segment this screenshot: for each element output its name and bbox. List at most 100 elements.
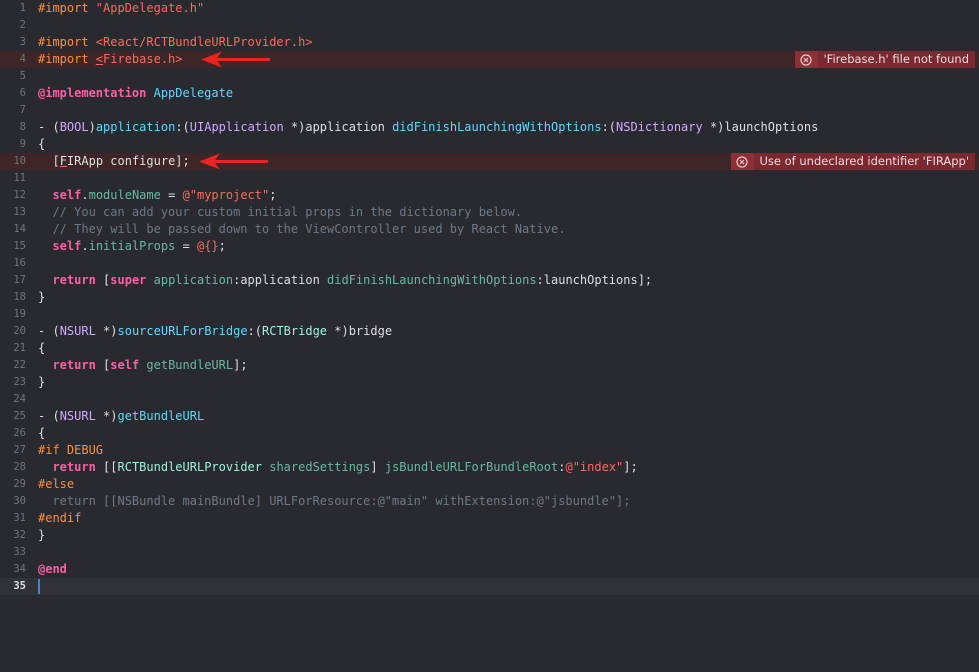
line-number[interactable]: 17: [0, 272, 26, 289]
code-text[interactable]: #import <React/RCTBundleURLProvider.h>: [38, 34, 313, 51]
line-number[interactable]: 5: [0, 68, 26, 85]
code-line-35[interactable]: 35: [0, 578, 979, 595]
line-number[interactable]: 28: [0, 459, 26, 476]
code-text[interactable]: #else: [38, 476, 74, 493]
code-token: #import: [38, 1, 96, 15]
line-number[interactable]: 25: [0, 408, 26, 425]
line-number[interactable]: 11: [0, 170, 26, 187]
code-line-14[interactable]: 14 // They will be passed down to the Vi…: [0, 221, 979, 238]
code-line-7[interactable]: 7: [0, 102, 979, 119]
line-number[interactable]: 19: [0, 306, 26, 323]
line-number[interactable]: 6: [0, 85, 26, 102]
code-line-24[interactable]: 24: [0, 391, 979, 408]
code-line-26[interactable]: 26 {: [0, 425, 979, 442]
code-text[interactable]: }: [38, 289, 45, 306]
code-line-22[interactable]: 22 return [self getBundleURL];: [0, 357, 979, 374]
line-number[interactable]: 4: [0, 51, 26, 68]
code-line-4[interactable]: 4 #import <Firebase.h> 'Firebase.h' file n…: [0, 51, 979, 68]
code-text[interactable]: #if DEBUG: [38, 442, 103, 459]
code-text[interactable]: return [[RCTBundleURLProvider sharedSett…: [38, 459, 637, 476]
code-text[interactable]: return [super application:application di…: [38, 272, 652, 289]
line-number[interactable]: 1: [0, 0, 26, 17]
code-line-33[interactable]: 33: [0, 544, 979, 561]
line-number[interactable]: 10: [0, 153, 26, 170]
code-editor[interactable]: 1 #import "AppDelegate.h" 2 3 #import <React…: [0, 0, 979, 672]
code-text[interactable]: {: [38, 136, 45, 153]
code-line-10[interactable]: 10 [FIRApp configure]; Use of undeclared …: [0, 153, 979, 170]
code-text[interactable]: return [[NSBundle mainBundle] URLForReso…: [38, 493, 630, 510]
line-number[interactable]: 26: [0, 425, 26, 442]
code-line-1[interactable]: 1 #import "AppDelegate.h": [0, 0, 979, 17]
code-line-28[interactable]: 28 return [[RCTBundleURLProvider sharedS…: [0, 459, 979, 476]
code-line-27[interactable]: 27 #if DEBUG: [0, 442, 979, 459]
code-text[interactable]: // You can add your custom initial props…: [38, 204, 522, 221]
line-number[interactable]: 20: [0, 323, 26, 340]
line-number[interactable]: 9: [0, 136, 26, 153]
code-line-21[interactable]: 21 {: [0, 340, 979, 357]
line-number[interactable]: 16: [0, 255, 26, 272]
line-number[interactable]: 31: [0, 510, 26, 527]
code-text[interactable]: - (NSURL *)sourceURLForBridge:(RCTBridge…: [38, 323, 392, 340]
code-text[interactable]: #import <Firebase.h>: [38, 51, 183, 68]
line-number[interactable]: 8: [0, 119, 26, 136]
code-text[interactable]: @implementation AppDelegate: [38, 85, 233, 102]
code-text[interactable]: {: [38, 425, 45, 442]
code-line-16[interactable]: 16: [0, 255, 979, 272]
code-text[interactable]: @end: [38, 561, 67, 578]
code-line-12[interactable]: 12 self.moduleName = @"myproject";: [0, 187, 979, 204]
line-number[interactable]: 29: [0, 476, 26, 493]
error-badge[interactable]: Use of undeclared identifier 'FIRApp': [730, 153, 975, 170]
line-number[interactable]: 34: [0, 561, 26, 578]
line-number[interactable]: 23: [0, 374, 26, 391]
line-number[interactable]: 13: [0, 204, 26, 221]
code-text[interactable]: #endif: [38, 510, 81, 527]
code-line-17[interactable]: 17 return [super application:application…: [0, 272, 979, 289]
code-line-29[interactable]: 29 #else: [0, 476, 979, 493]
code-line-18[interactable]: 18}: [0, 289, 979, 306]
code-text[interactable]: - (BOOL)application:(UIApplication *)app…: [38, 119, 818, 136]
line-number[interactable]: 15: [0, 238, 26, 255]
line-number[interactable]: 32: [0, 527, 26, 544]
code-line-6[interactable]: 6 @implementation AppDelegate: [0, 85, 979, 102]
code-line-19[interactable]: 19: [0, 306, 979, 323]
code-text[interactable]: return [self getBundleURL];: [38, 357, 247, 374]
line-number[interactable]: 14: [0, 221, 26, 238]
code-text[interactable]: self.moduleName = @"myproject";: [38, 187, 276, 204]
code-text[interactable]: {: [38, 340, 45, 357]
code-line-2[interactable]: 2: [0, 17, 979, 34]
code-line-25[interactable]: 25 - (NSURL *)getBundleURL: [0, 408, 979, 425]
line-number[interactable]: 2: [0, 17, 26, 34]
code-line-15[interactable]: 15 self.initialProps = @{};: [0, 238, 979, 255]
line-number[interactable]: 12: [0, 187, 26, 204]
code-text[interactable]: self.initialProps = @{};: [38, 238, 225, 255]
line-number[interactable]: 18: [0, 289, 26, 306]
line-number[interactable]: 21: [0, 340, 26, 357]
code-line-32[interactable]: 32}: [0, 527, 979, 544]
line-number[interactable]: 24: [0, 391, 26, 408]
code-line-9[interactable]: 9{: [0, 136, 979, 153]
code-text[interactable]: // They will be passed down to the ViewC…: [38, 221, 565, 238]
code-line-13[interactable]: 13 // You can add your custom initial pr…: [0, 204, 979, 221]
code-line-31[interactable]: 31 #endif: [0, 510, 979, 527]
line-number[interactable]: 3: [0, 34, 26, 51]
code-text[interactable]: #import "AppDelegate.h": [38, 0, 204, 17]
code-line-23[interactable]: 23}: [0, 374, 979, 391]
line-number[interactable]: 7: [0, 102, 26, 119]
code-text[interactable]: [FIRApp configure];: [38, 153, 189, 170]
code-line-34[interactable]: 34 @end: [0, 561, 979, 578]
code-line-5[interactable]: 5: [0, 68, 979, 85]
code-text[interactable]: }: [38, 374, 45, 391]
code-line-30[interactable]: 30 return [[NSBundle mainBundle] URLForR…: [0, 493, 979, 510]
line-number[interactable]: 30: [0, 493, 26, 510]
line-number[interactable]: 35: [0, 578, 26, 595]
code-line-8[interactable]: 8 - (BOOL)application:(UIApplication *)ap…: [0, 119, 979, 136]
code-line-20[interactable]: 20 - (NSURL *)sourceURLForBridge:(RCTBrid…: [0, 323, 979, 340]
error-badge[interactable]: 'Firebase.h' file not found: [794, 51, 975, 68]
line-number[interactable]: 22: [0, 357, 26, 374]
line-number[interactable]: 27: [0, 442, 26, 459]
code-line-3[interactable]: 3 #import <React/RCTBundleURLProvider.h>: [0, 34, 979, 51]
code-line-11[interactable]: 11: [0, 170, 979, 187]
line-number[interactable]: 33: [0, 544, 26, 561]
code-text[interactable]: - (NSURL *)getBundleURL: [38, 408, 204, 425]
code-text[interactable]: }: [38, 527, 45, 544]
